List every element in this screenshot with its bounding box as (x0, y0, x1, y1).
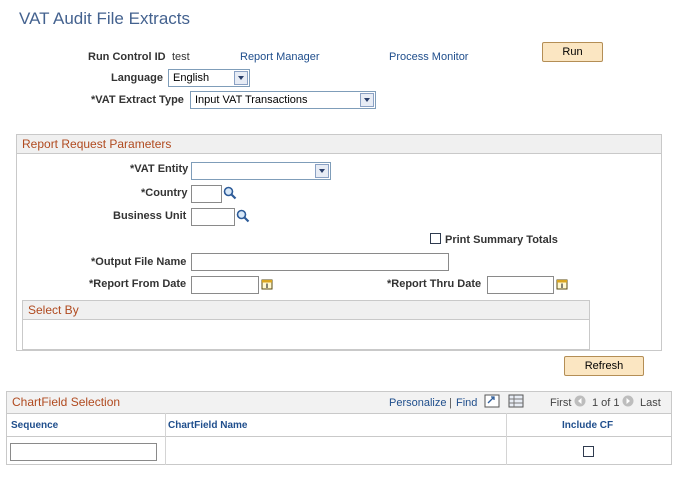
chevron-down-icon (234, 71, 248, 85)
country-label: *Country (141, 187, 188, 199)
first-label: First (550, 397, 572, 409)
language-select[interactable]: English (168, 69, 250, 87)
search-icon[interactable] (223, 186, 237, 200)
thru-date-label: *Report Thru Date (387, 278, 482, 290)
chevron-down-icon (360, 93, 374, 107)
run-control-value: test (172, 51, 190, 63)
column-divider (165, 413, 166, 465)
from-date-input[interactable] (191, 276, 259, 294)
report-manager-link[interactable]: Report Manager (240, 51, 320, 63)
refresh-button[interactable]: Refresh (564, 356, 644, 376)
from-date-label: *Report From Date (89, 278, 187, 290)
extract-type-label: *VAT Extract Type (91, 94, 184, 106)
report-request-parameters-header: Report Request Parameters (17, 135, 661, 154)
find-link[interactable]: Find (456, 397, 477, 409)
vat-entity-select[interactable] (191, 162, 331, 180)
column-header-include-cf: Include CF (562, 420, 614, 431)
select-by-group: Select By (22, 300, 590, 350)
next-row-icon[interactable] (622, 395, 634, 407)
search-icon[interactable] (236, 209, 250, 223)
print-summary-checkbox[interactable] (430, 233, 441, 244)
output-file-label: *Output File Name (91, 256, 187, 268)
output-file-input[interactable] (191, 253, 449, 271)
last-label: Last (640, 397, 661, 409)
column-divider (506, 413, 507, 465)
select-by-header: Select By (23, 301, 589, 320)
process-monitor-link[interactable]: Process Monitor (389, 51, 468, 63)
country-input[interactable] (191, 185, 222, 203)
extract-type-select[interactable]: Input VAT Transactions (190, 91, 376, 109)
chartfield-selection-header: ChartField Selection (7, 392, 671, 414)
vat-entity-label: *VAT Entity (130, 163, 189, 175)
column-header-chartfield-name: ChartField Name (168, 420, 248, 431)
run-control-label: Run Control ID (88, 51, 166, 63)
business-unit-input[interactable] (191, 208, 235, 226)
thru-date-input[interactable] (487, 276, 554, 294)
business-unit-label: Business Unit (113, 210, 187, 222)
previous-row-icon[interactable] (574, 395, 586, 407)
include-cf-checkbox[interactable] (583, 446, 594, 457)
extract-type-value: Input VAT Transactions (195, 94, 308, 106)
personalize-link[interactable]: Personalize (389, 397, 446, 409)
page-title: VAT Audit File Extracts (19, 9, 191, 28)
sequence-input[interactable] (10, 443, 157, 461)
chevron-down-icon (315, 164, 329, 178)
calendar-icon[interactable] (556, 278, 568, 290)
language-label: Language (111, 72, 163, 84)
view-all-icon[interactable] (484, 394, 500, 408)
language-value: English (173, 72, 210, 84)
column-header-sequence: Sequence (11, 420, 59, 431)
run-button[interactable]: Run (542, 42, 603, 62)
page-info: 1 of 1 (592, 397, 620, 409)
download-grid-icon[interactable] (508, 394, 524, 408)
print-summary-label: Print Summary Totals (445, 234, 558, 246)
toolbar-separator: | (449, 397, 452, 409)
calendar-icon[interactable] (261, 278, 273, 290)
